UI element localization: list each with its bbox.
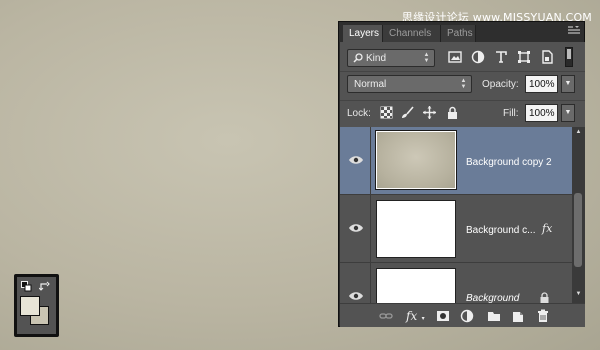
lock-image-pixels-icon[interactable] bbox=[401, 106, 414, 119]
layer-row[interactable]: Background bbox=[340, 263, 572, 303]
panel-body: Kind ▲ ▼ Normal ▲ ▼ Opacity: 100% ▼ Lock… bbox=[340, 42, 585, 327]
layer-name[interactable]: Background copy 2 bbox=[466, 157, 552, 168]
fx-label: fx bbox=[406, 309, 418, 323]
adjustment-layer-icon bbox=[460, 309, 474, 323]
new-layer-icon[interactable] bbox=[511, 309, 525, 323]
link-layers-icon[interactable] bbox=[379, 309, 393, 323]
panel-menu-icon[interactable] bbox=[568, 26, 580, 36]
add-layer-mask-icon[interactable] bbox=[436, 309, 450, 323]
panel-tabs: Layers Channels Paths bbox=[339, 22, 584, 42]
new-adjustment-layer-button[interactable] bbox=[460, 309, 478, 323]
smart-object-filter-icon[interactable] bbox=[540, 50, 554, 64]
tab-layers[interactable]: Layers bbox=[343, 25, 383, 42]
fill-dropdown-button[interactable]: ▼ bbox=[561, 104, 575, 122]
opacity-label: Opacity: bbox=[482, 79, 519, 90]
divider bbox=[370, 195, 371, 262]
opacity-field[interactable]: 100% bbox=[525, 75, 558, 93]
scroll-down-arrow-icon[interactable]: ▼ bbox=[572, 291, 585, 301]
layer-thumbnail[interactable] bbox=[375, 130, 457, 190]
updown-arrows-icon: ▲ ▼ bbox=[460, 78, 467, 90]
layer-row[interactable]: Background c... fx bbox=[340, 195, 572, 263]
visibility-eye-icon[interactable] bbox=[348, 291, 364, 301]
foreground-color-swatch[interactable] bbox=[20, 296, 40, 316]
lock-position-icon[interactable] bbox=[423, 106, 436, 119]
swap-colors-icon[interactable] bbox=[39, 281, 50, 292]
layer-locked-icon bbox=[540, 292, 549, 303]
color-swatches bbox=[14, 274, 59, 337]
filter-row: Kind ▲ ▼ bbox=[340, 45, 573, 71]
layers-scrollbar[interactable]: ▲ ▼ bbox=[572, 127, 585, 303]
scrollbar-thumb[interactable] bbox=[574, 193, 582, 267]
visibility-eye-icon[interactable] bbox=[348, 155, 364, 165]
filter-kind-label: Kind bbox=[366, 53, 387, 64]
layer-name[interactable]: Background c... bbox=[466, 225, 535, 236]
new-group-folder-icon[interactable] bbox=[487, 309, 501, 323]
panel-bottom-toolbar: fx ▾ bbox=[340, 303, 585, 327]
divider bbox=[370, 127, 371, 194]
layer-effects-icon[interactable]: fx bbox=[542, 222, 552, 235]
layer-thumbnail[interactable] bbox=[376, 200, 456, 258]
layers-list: Background copy 2 Background c... fx Bac… bbox=[340, 127, 572, 303]
blend-row: Normal ▲ ▼ Opacity: 100% ▼ bbox=[340, 72, 575, 100]
filter-toggle-switch[interactable] bbox=[565, 47, 573, 67]
image-filter-icon[interactable] bbox=[448, 50, 462, 64]
fill-field[interactable]: 100% bbox=[525, 104, 558, 122]
divider bbox=[370, 263, 371, 303]
layer-name[interactable]: Background bbox=[466, 293, 519, 303]
delete-layer-trash-icon[interactable] bbox=[536, 309, 550, 323]
adjustment-filter-icon[interactable] bbox=[471, 50, 485, 64]
fill-label: Fill: bbox=[503, 108, 519, 119]
lock-transparent-pixels-icon[interactable] bbox=[380, 106, 393, 119]
lock-all-icon[interactable] bbox=[446, 106, 459, 119]
lock-label: Lock: bbox=[347, 108, 371, 119]
default-colors-icon[interactable] bbox=[21, 281, 32, 292]
opacity-dropdown-button[interactable]: ▼ bbox=[561, 75, 575, 93]
tab-channels[interactable]: Channels bbox=[383, 25, 441, 42]
type-filter-icon[interactable] bbox=[494, 50, 508, 64]
chevron-down-icon: ▾ bbox=[421, 316, 425, 322]
lock-row: Lock: Fill: 100% ▼ bbox=[340, 101, 575, 127]
layers-panel: Layers Channels Paths Kind ▲ ▼ Normal ▲ … bbox=[338, 21, 585, 327]
search-icon bbox=[353, 53, 363, 66]
add-layer-style-button[interactable]: fx ▾ bbox=[406, 307, 428, 325]
filter-kind-dropdown[interactable]: Kind ▲ ▼ bbox=[347, 49, 435, 67]
layer-thumbnail[interactable] bbox=[376, 268, 456, 303]
layer-row[interactable]: Background copy 2 bbox=[340, 127, 572, 195]
blend-mode-dropdown[interactable]: Normal ▲ ▼ bbox=[347, 75, 472, 93]
blend-mode-value: Normal bbox=[354, 79, 387, 90]
updown-arrows-icon: ▲ ▼ bbox=[423, 52, 430, 64]
scroll-up-arrow-icon[interactable]: ▲ bbox=[572, 129, 585, 139]
tab-paths[interactable]: Paths bbox=[441, 25, 476, 42]
visibility-eye-icon[interactable] bbox=[348, 223, 364, 233]
shape-filter-icon[interactable] bbox=[517, 50, 531, 64]
